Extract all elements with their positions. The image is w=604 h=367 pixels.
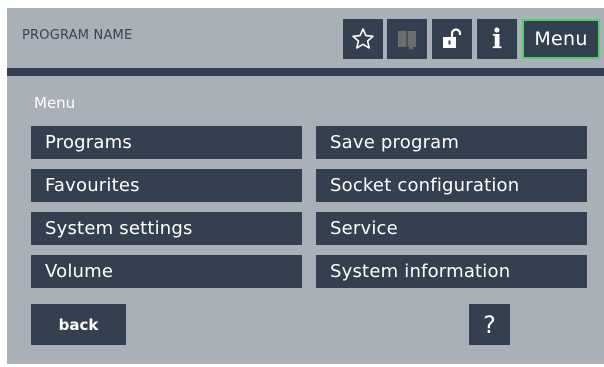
header-divider xyxy=(7,68,604,76)
menu-button[interactable]: Menu xyxy=(522,19,600,59)
book-button[interactable] xyxy=(387,19,427,59)
menu-item-volume[interactable]: Volume xyxy=(31,255,302,288)
lock-button[interactable] xyxy=(432,19,472,59)
back-button[interactable]: back xyxy=(31,304,126,345)
unlock-icon xyxy=(443,28,462,48)
menu-item-programs[interactable]: Programs xyxy=(31,126,302,159)
program-name: PROGRAM NAME xyxy=(22,28,133,43)
help-button[interactable]: ? xyxy=(469,304,510,345)
menu-item-favourites[interactable]: Favourites xyxy=(31,169,302,202)
info-icon: i xyxy=(491,23,503,55)
header-bar: PROGRAM NAME i Menu xyxy=(7,8,604,68)
device-screen: PROGRAM NAME i Menu Menu Programs Favour… xyxy=(7,8,604,364)
book-icon xyxy=(398,31,416,50)
star-icon xyxy=(352,28,374,49)
menu-item-service[interactable]: Service xyxy=(316,212,587,245)
menu-item-save-program[interactable]: Save program xyxy=(316,126,587,159)
menu-item-system-settings[interactable]: System settings xyxy=(31,212,302,245)
favourite-button[interactable] xyxy=(343,19,383,59)
section-label: Menu xyxy=(34,94,76,112)
menu-item-system-information[interactable]: System information xyxy=(316,255,587,288)
menu-item-socket-configuration[interactable]: Socket configuration xyxy=(316,169,587,202)
info-button[interactable]: i xyxy=(477,19,517,59)
